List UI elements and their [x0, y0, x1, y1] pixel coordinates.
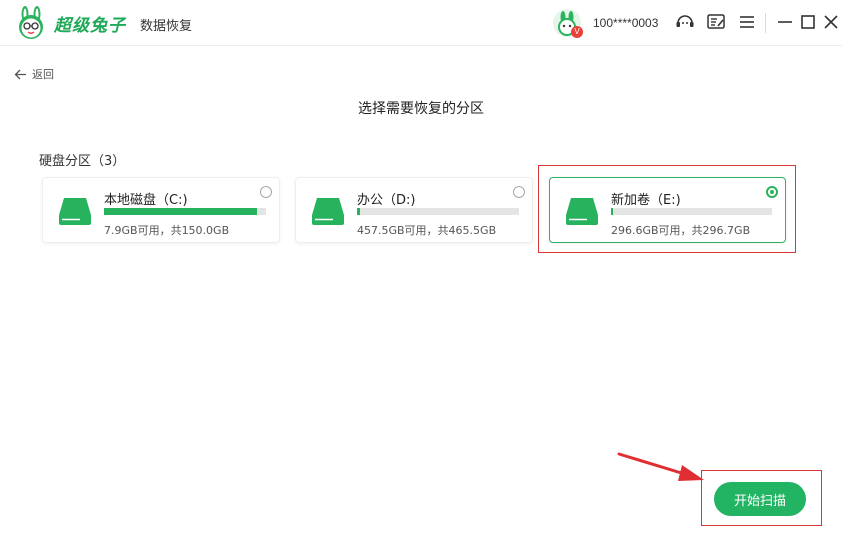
usage-bar-fill — [357, 208, 360, 215]
partition-card-d[interactable]: 办公（D:) 457.5GB可用，共465.5GB — [295, 177, 533, 243]
partition-name: 办公（D:) — [357, 193, 416, 208]
page-title: 选择需要恢复的分区 — [358, 101, 484, 117]
start-scan-button[interactable]: 开始扫描 — [714, 482, 806, 516]
user-id[interactable]: 100****0003 — [593, 16, 658, 30]
partition-size: 457.5GB可用，共465.5GB — [357, 224, 497, 237]
rabbit-logo-icon — [19, 6, 43, 39]
back-label: 返回 — [32, 68, 54, 81]
red-arrow-icon — [617, 452, 704, 481]
hard-drive-icon — [59, 198, 91, 225]
chat-support-icon[interactable] — [674, 11, 696, 33]
menu-icon[interactable] — [736, 11, 758, 33]
partition-name: 本地磁盘（C:) — [104, 193, 188, 208]
partition-radio[interactable] — [260, 186, 272, 198]
feedback-icon[interactable] — [705, 11, 727, 33]
product-name: 数据恢复 — [140, 19, 193, 34]
title-bar: 超级兔子 数据恢复 V 100****0003 — [0, 0, 842, 46]
maximize-icon[interactable] — [797, 11, 819, 33]
titlebar-divider — [765, 13, 766, 33]
partition-size: 7.9GB可用，共150.0GB — [104, 224, 230, 237]
usage-bar-fill — [104, 208, 258, 215]
back-arrow-icon — [14, 69, 26, 79]
brand-name: 超级兔子 — [54, 16, 126, 36]
partition-radio[interactable] — [513, 186, 525, 198]
highlight-box-selected-partition — [538, 165, 796, 253]
section-title: 硬盘分区（3） — [39, 154, 126, 169]
partition-card-c[interactable]: 本地磁盘（C:) 7.9GB可用，共150.0GB — [42, 177, 280, 243]
vip-badge: V — [571, 26, 583, 38]
hard-drive-icon — [312, 198, 344, 225]
back-link[interactable]: 返回 — [14, 66, 54, 82]
usage-bar — [104, 208, 266, 215]
close-icon[interactable] — [820, 11, 842, 33]
minimize-icon[interactable] — [774, 11, 796, 33]
usage-bar — [357, 208, 519, 215]
